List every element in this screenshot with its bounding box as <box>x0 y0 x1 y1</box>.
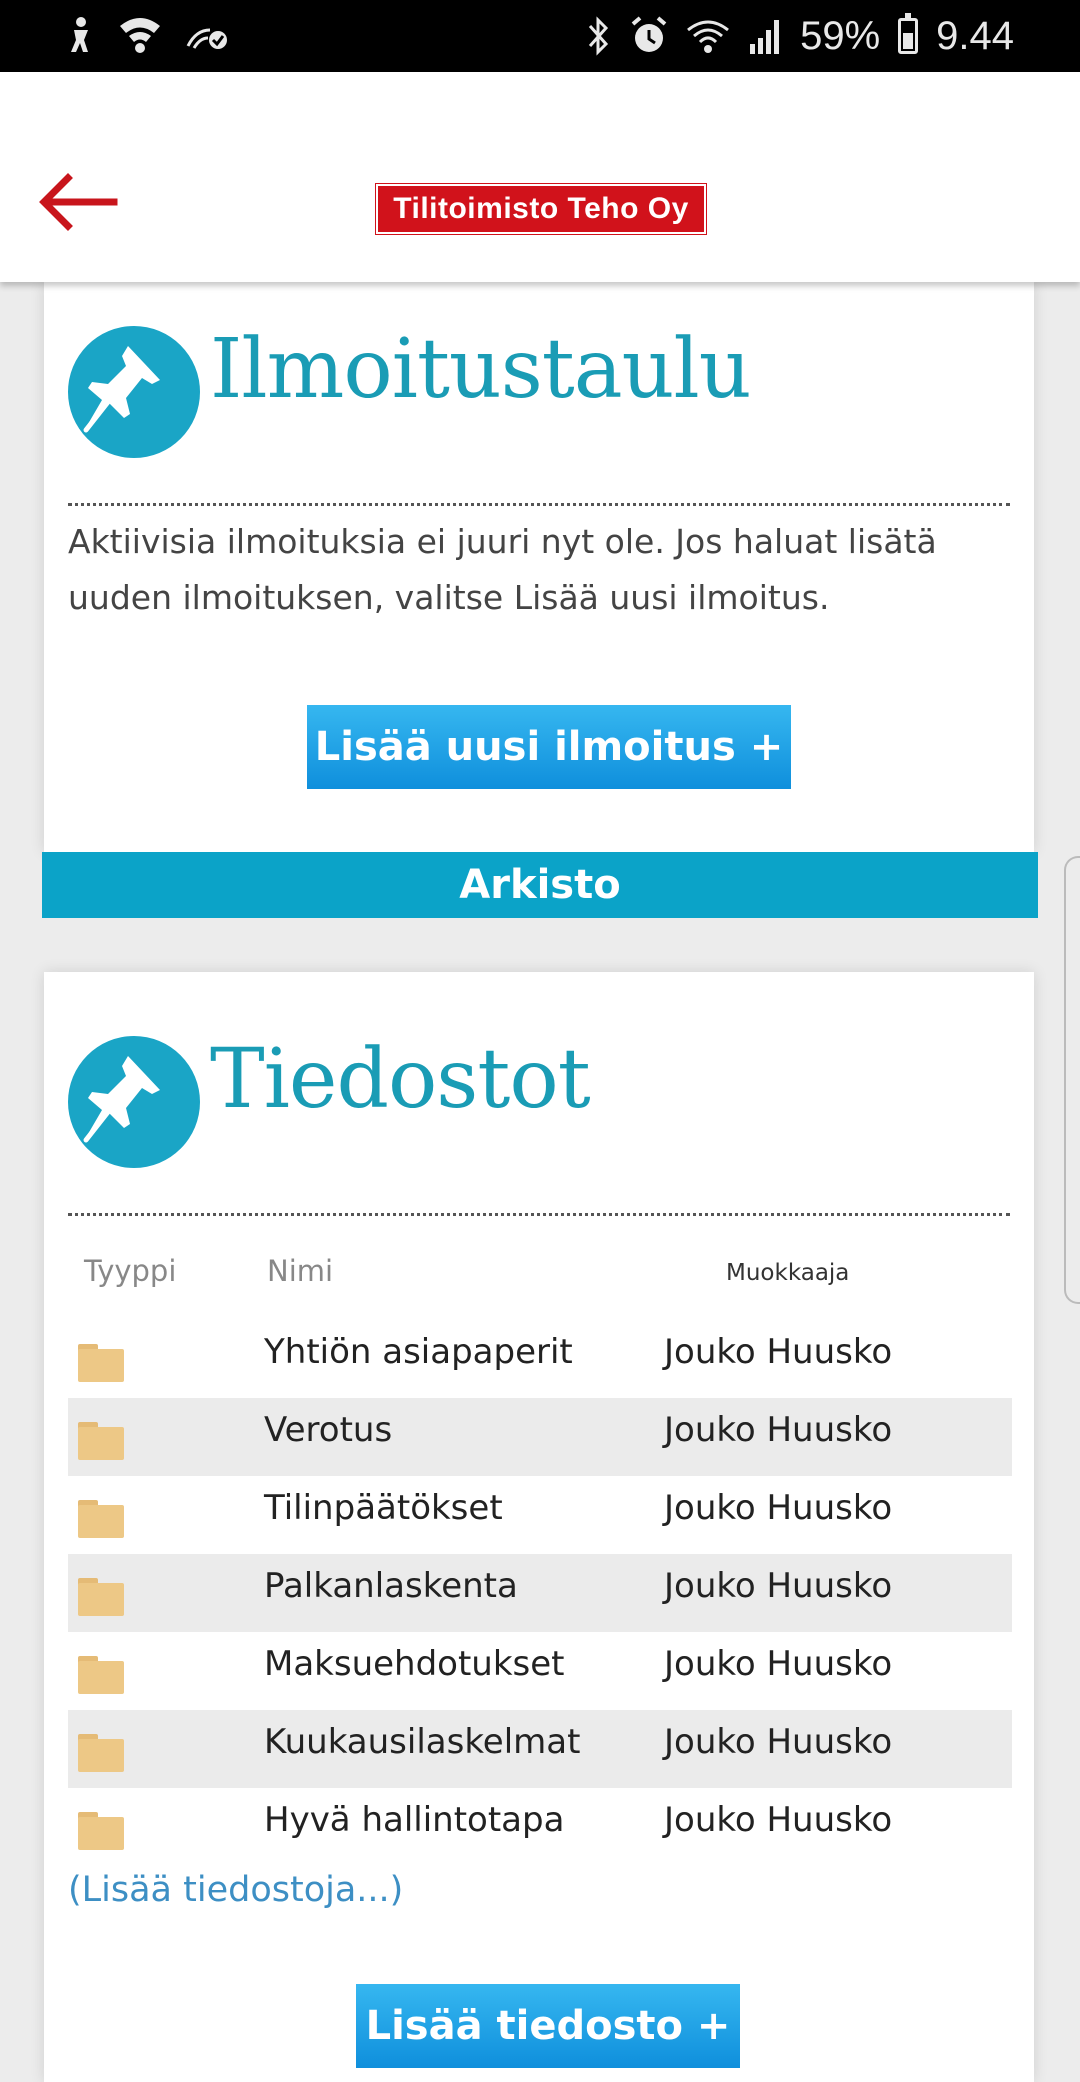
column-header-type: Tyyppi <box>84 1254 177 1288</box>
add-notice-button[interactable]: Lisää uusi ilmoitus + <box>307 705 791 789</box>
file-name[interactable]: Kuukausilaskelmat <box>264 1722 580 1762</box>
wifi-signal-icon <box>687 20 730 53</box>
file-name[interactable]: Maksuehdotukset <box>264 1644 565 1684</box>
files-card: Tiedostot Tyyppi Nimi Muokkaaja Yhtiön a… <box>44 972 1034 2082</box>
status-bar: 59% 9.44 <box>0 0 1080 72</box>
table-row[interactable]: Verotus Jouko Huusko <box>68 1398 1012 1476</box>
table-row[interactable]: Yhtiön asiapaperit Jouko Huusko <box>68 1320 1012 1398</box>
clock-time: 9.44 <box>936 13 1014 58</box>
add-file-button[interactable]: Lisää tiedosto + <box>356 1984 740 2068</box>
table-row[interactable]: Tilinpäätökset Jouko Huusko <box>68 1476 1012 1554</box>
file-name[interactable]: Verotus <box>264 1410 392 1450</box>
file-name[interactable]: Tilinpäätökset <box>264 1488 503 1528</box>
folder-icon <box>78 1656 124 1694</box>
file-editor: Jouko Huusko <box>664 1410 893 1450</box>
table-row[interactable]: Hyvä hallintotapa Jouko Huusko <box>68 1788 1012 1866</box>
pushpin-icon <box>68 326 200 458</box>
accessibility-icon <box>71 17 88 52</box>
table-row[interactable]: Palkanlaskenta Jouko Huusko <box>68 1554 1012 1632</box>
battery-icon <box>898 13 919 54</box>
status-right-icons: 59% 9.44 <box>586 13 1014 58</box>
title-divider <box>68 1213 1010 1216</box>
folder-icon <box>78 1422 124 1460</box>
no-notices-message: Aktiivisia ilmoituksia ei juuri nyt ole.… <box>68 522 937 617</box>
wifi-calling-icon <box>186 28 227 49</box>
alarm-icon <box>631 16 667 52</box>
file-editor: Jouko Huusko <box>664 1488 893 1528</box>
files-table: Yhtiön asiapaperit Jouko Huusko Verotus … <box>68 1320 1012 1866</box>
file-editor: Jouko Huusko <box>664 1722 893 1762</box>
cell-signal-icon <box>750 20 780 54</box>
bluetooth-icon <box>588 16 609 56</box>
table-row[interactable]: Maksuehdotukset Jouko Huusko <box>68 1632 1012 1710</box>
company-logo: Tilitoimisto Teho Oy <box>375 183 707 235</box>
archive-button[interactable]: Arkisto <box>42 852 1038 918</box>
folder-icon <box>78 1500 124 1538</box>
pushpin-icon <box>68 1036 200 1168</box>
folder-icon <box>78 1812 124 1850</box>
back-arrow-icon[interactable] <box>38 172 118 232</box>
folder-icon <box>78 1734 124 1772</box>
file-name[interactable]: Yhtiön asiapaperit <box>264 1332 573 1372</box>
file-name[interactable]: Hyvä hallintotapa <box>264 1800 564 1840</box>
column-header-editor: Muokkaaja <box>726 1260 850 1286</box>
column-header-name: Nimi <box>267 1254 334 1288</box>
file-name[interactable]: Palkanlaskenta <box>264 1566 518 1606</box>
app-header: Tilitoimisto Teho Oy <box>0 72 1080 282</box>
notice-board-title: Ilmoitustaulu <box>210 322 751 417</box>
notice-board-card: Ilmoitustaulu Aktiivisia ilmoituksia ei … <box>44 282 1034 852</box>
wifi-icon <box>120 18 160 53</box>
more-files-link[interactable]: (Lisää tiedostoja...) <box>68 1870 403 1910</box>
file-editor: Jouko Huusko <box>664 1332 893 1372</box>
battery-percent: 59% <box>800 13 881 58</box>
status-left-icons <box>66 14 230 58</box>
files-title: Tiedostot <box>210 1032 591 1127</box>
edge-panel-handle[interactable] <box>1064 856 1080 1304</box>
file-editor: Jouko Huusko <box>664 1800 893 1840</box>
folder-icon <box>78 1578 124 1616</box>
file-editor: Jouko Huusko <box>664 1566 893 1606</box>
title-divider <box>68 503 1010 506</box>
file-editor: Jouko Huusko <box>664 1644 893 1684</box>
folder-icon <box>78 1344 124 1382</box>
table-row[interactable]: Kuukausilaskelmat Jouko Huusko <box>68 1710 1012 1788</box>
